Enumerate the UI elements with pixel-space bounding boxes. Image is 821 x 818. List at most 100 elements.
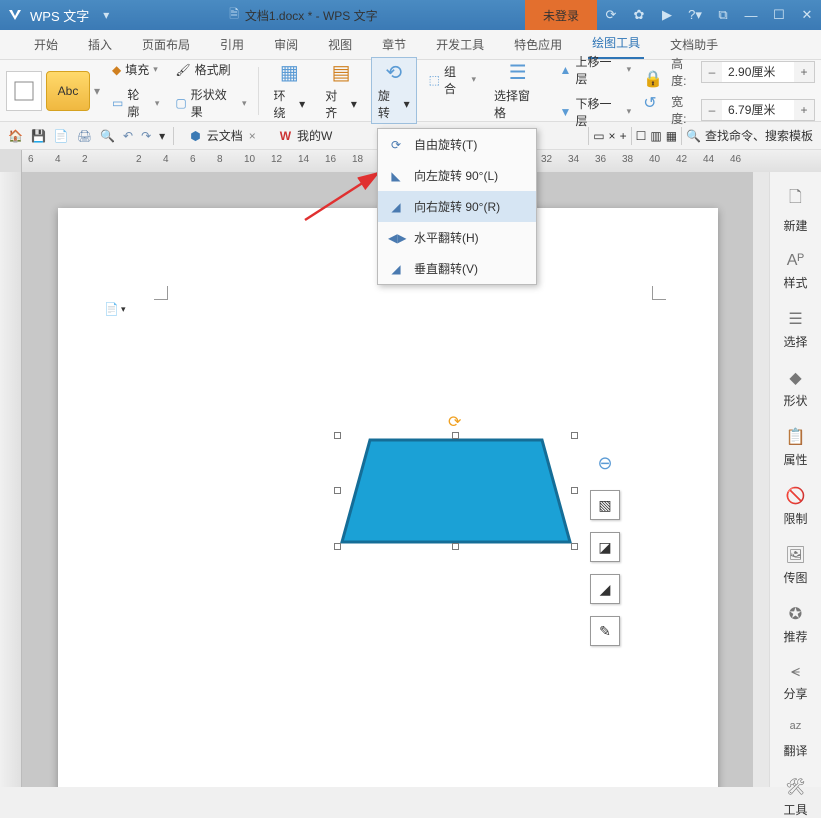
handle-tm[interactable] xyxy=(452,432,459,439)
search-placeholder[interactable]: 查找命令、搜索模板 xyxy=(705,127,813,144)
help-icon[interactable]: ?▾ xyxy=(681,0,709,30)
close-doc-icon[interactable]: × xyxy=(609,129,616,143)
mode1-icon[interactable]: ☐ xyxy=(636,129,647,143)
tab-dev[interactable]: 开发工具 xyxy=(432,30,488,59)
tab-cloud[interactable]: ⬢云文档× xyxy=(182,122,264,150)
handle-mr[interactable] xyxy=(571,487,578,494)
settings-icon[interactable]: ✿ xyxy=(625,0,653,30)
rotate-button[interactable]: ⟲旋转▾ xyxy=(371,57,417,124)
sb-new[interactable]: 🗋新建 xyxy=(783,186,807,234)
dd-free-rotate: ⟳自由旋转(T) xyxy=(378,129,536,160)
print-icon[interactable]: 🖨 xyxy=(77,129,92,143)
reset-icon[interactable]: ↺ xyxy=(643,93,663,113)
restore-icon[interactable]: ⧉ xyxy=(709,0,737,30)
group-button[interactable]: ⬚组合▾ xyxy=(425,61,480,99)
page: 📄▾ ⟳ ⊖ ▧ ◪ ◢ ✎ xyxy=(58,208,718,787)
qat-more[interactable]: ▾ xyxy=(159,129,165,143)
tab-start[interactable]: 开始 xyxy=(30,30,62,59)
sb-tool[interactable]: 🛠工具 xyxy=(783,777,807,818)
handle-ml[interactable] xyxy=(334,487,341,494)
dd-flip-h[interactable]: ◀▶水平翻转(H) xyxy=(378,222,536,253)
float-fill-icon[interactable]: ◪ xyxy=(590,532,620,562)
style-more-icon[interactable]: ▾ xyxy=(94,84,100,98)
app-menu-caret-icon[interactable]: ▾ xyxy=(103,8,109,22)
tab-view[interactable]: 视图 xyxy=(324,30,356,59)
style-abc[interactable]: Abc xyxy=(46,71,90,111)
sb-trans[interactable]: ᵃᶻ翻译 xyxy=(783,720,807,759)
dd-rotate-left[interactable]: ◣向左旋转 90°(L) xyxy=(378,160,536,191)
handle-bm[interactable] xyxy=(452,543,459,550)
float-collapse-icon[interactable]: ⊖ xyxy=(590,448,620,478)
sb-limit[interactable]: 🚫限制 xyxy=(783,486,807,527)
doc-icon: 🗎 xyxy=(229,5,239,26)
wrap-button[interactable]: ▦环绕▾ xyxy=(267,58,311,123)
sb-prop[interactable]: 📋属性 xyxy=(783,427,807,468)
play-icon[interactable]: ▶ xyxy=(653,0,681,30)
preview-icon[interactable]: 🔍 xyxy=(100,129,115,143)
view1-icon[interactable]: ▭ xyxy=(593,129,604,143)
handle-bl[interactable] xyxy=(334,543,341,550)
tab-layout[interactable]: 页面布局 xyxy=(138,30,194,59)
ribbon: Abc ▾ ◆填充▾ ▭轮廓▾ 🖌格式刷 ▢形状效果▾ ▦环绕▾ ▤对齐▾ ⟲旋… xyxy=(0,60,821,122)
float-layout-icon[interactable]: ▧ xyxy=(590,490,620,520)
sb-img[interactable]: 🖼传图 xyxy=(783,545,807,586)
width-inc[interactable]: + xyxy=(794,100,814,120)
add-tab-icon[interactable]: + xyxy=(620,129,627,143)
width-input[interactable] xyxy=(722,100,794,120)
sync-icon[interactable]: ⟳ xyxy=(597,0,625,30)
height-dec[interactable]: – xyxy=(702,62,722,82)
outline-button[interactable]: ▭轮廓▾ xyxy=(108,84,163,122)
tab-reference[interactable]: 引用 xyxy=(216,30,248,59)
save-icon[interactable]: 💾 xyxy=(31,129,46,143)
sb-style[interactable]: Aᴾ样式 xyxy=(783,252,807,291)
tab-mywps[interactable]: W我的W xyxy=(272,122,341,150)
width-dec[interactable]: – xyxy=(702,100,722,120)
minimize-button[interactable]: — xyxy=(737,0,765,30)
dd-flip-v[interactable]: ◢垂直翻转(V) xyxy=(378,253,536,284)
handle-tr[interactable] xyxy=(571,432,578,439)
sb-select[interactable]: ☰选择 xyxy=(783,309,807,350)
dd-rotate-right[interactable]: ◢向右旋转 90°(R) xyxy=(378,191,536,222)
sb-shape[interactable]: ◆形状 xyxy=(783,368,807,409)
undo-icon[interactable]: ↶ xyxy=(123,129,133,143)
style-thumb[interactable] xyxy=(6,71,42,111)
tab-chapter[interactable]: 章节 xyxy=(378,30,410,59)
login-button[interactable]: 未登录 xyxy=(525,0,597,30)
float-effect-icon[interactable]: ✎ xyxy=(590,616,620,646)
handle-tl[interactable] xyxy=(334,432,341,439)
rotate-handle-icon[interactable]: ⟳ xyxy=(448,412,461,432)
tab-insert[interactable]: 插入 xyxy=(84,30,116,59)
height-input[interactable] xyxy=(722,62,794,82)
close-button[interactable]: ✕ xyxy=(793,0,821,30)
fill-button[interactable]: ◆填充▾ xyxy=(108,59,163,80)
mode3-icon[interactable]: ▦ xyxy=(666,129,677,143)
align-button[interactable]: ▤对齐▾ xyxy=(319,58,363,123)
home-icon[interactable]: 🏠 xyxy=(8,129,23,143)
maximize-button[interactable]: ☐ xyxy=(765,0,793,30)
sb-share[interactable]: ⪪分享 xyxy=(783,663,807,702)
handle-br[interactable] xyxy=(571,543,578,550)
paragraph-button[interactable]: 📄▾ xyxy=(104,302,125,316)
redo-icon[interactable]: ↷ xyxy=(141,129,151,143)
title-bar: WPS 文字 ▾ 🗎 文档1.docx * - WPS 文字 未登录 ⟳ ✿ ▶… xyxy=(0,0,821,30)
brush-button[interactable]: 🖌格式刷 xyxy=(171,59,250,80)
mode2-icon[interactable]: ▥ xyxy=(650,129,661,143)
search-icon[interactable]: 🔍 xyxy=(686,129,701,143)
shape-selection[interactable]: ⟳ xyxy=(338,436,574,546)
tab-review[interactable]: 审阅 xyxy=(270,30,302,59)
export-icon[interactable]: 📄 xyxy=(54,129,69,143)
vertical-scrollbar[interactable] xyxy=(753,172,769,787)
up-button[interactable]: ▲上移一层▾ xyxy=(556,51,636,89)
pane-button[interactable]: ☰选择窗格 xyxy=(488,58,548,123)
vertical-ruler[interactable] xyxy=(0,172,22,787)
app-name: WPS 文字 xyxy=(30,6,99,25)
close-tab-icon[interactable]: × xyxy=(249,129,256,143)
lock-icon[interactable]: 🔒 xyxy=(643,69,663,89)
trapezoid-shape[interactable] xyxy=(338,436,574,546)
down-button[interactable]: ▼下移一层▾ xyxy=(556,93,636,131)
float-outline-icon[interactable]: ◢ xyxy=(590,574,620,604)
height-inc[interactable]: + xyxy=(794,62,814,82)
sb-rec[interactable]: ✪推荐 xyxy=(783,604,807,645)
sidebar: 🗋新建 Aᴾ样式 ☰选择 ◆形状 📋属性 🚫限制 🖼传图 ✪推荐 ⪪分享 ᵃᶻ翻… xyxy=(769,172,821,787)
effect-button[interactable]: ▢形状效果▾ xyxy=(171,84,250,122)
